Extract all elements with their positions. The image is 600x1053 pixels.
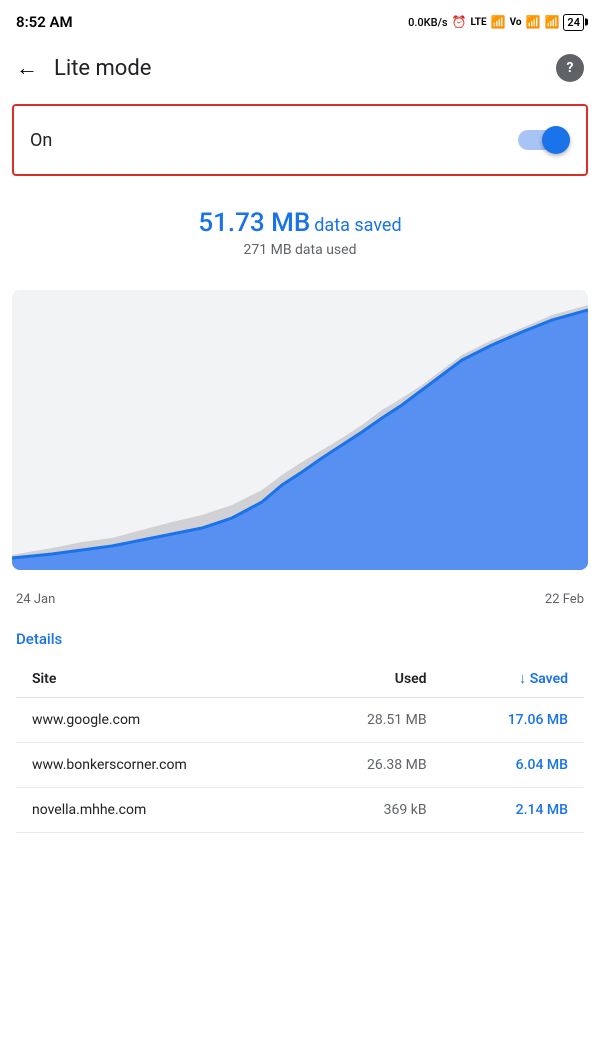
saved-value: 17.06 MB [443,698,584,743]
status-icons: 0.0KB/s ⏰ LTE 📶 Vo 📶 📶 24 [408,14,584,31]
used-value: 369 kB [302,788,442,833]
saved-value: 6.04 MB [443,743,584,788]
data-saved-label: data saved [314,215,401,236]
lite-mode-toggle[interactable] [518,126,570,154]
toggle-label: On [30,130,52,151]
status-bar: 8:52 AM 0.0KB/s ⏰ LTE 📶 Vo 📶 📶 24 [0,0,600,40]
data-table: Site Used ↓ Saved www.google.com 28.51 M… [16,660,584,833]
battery-icon: 24 [563,14,584,31]
data-used-text: 271 MB data used [16,242,584,258]
table-row: novella.mhhe.com 369 kB 2.14 MB [16,788,584,833]
lte-icon: LTE [470,17,486,28]
help-button[interactable]: ? [556,54,584,82]
site-name: novella.mhhe.com [16,788,302,833]
data-saved-amount: 51.73 MB [198,208,310,238]
data-chart [12,290,588,570]
status-time: 8:52 AM [16,13,73,31]
used-value: 28.51 MB [302,698,442,743]
details-link[interactable]: Details [16,630,62,648]
col-used: Used [302,660,442,698]
used-value: 26.38 MB [302,743,442,788]
details-section: Details Site Used ↓ Saved www.google.com… [0,613,600,833]
table-row: www.google.com 28.51 MB 17.06 MB [16,698,584,743]
alarm-icon: ⏰ [452,15,467,29]
signal-icon-2: 📶 [526,15,541,29]
page-title: Lite mode [54,56,556,81]
toggle-thumb [542,126,570,154]
site-name: www.google.com [16,698,302,743]
chart-svg [12,290,588,570]
data-stats: 51.73 MB data saved 271 MB data used [0,184,600,274]
saved-value: 2.14 MB [443,788,584,833]
wifi-icon: 📶 [544,15,559,29]
table-row: www.bonkerscorner.com 26.38 MB 6.04 MB [16,743,584,788]
chart-end-date: 22 Feb [545,592,584,607]
header: ← Lite mode ? [0,40,600,96]
lte-icon-2: Vo [510,17,522,28]
back-button[interactable]: ← [16,55,38,81]
toggle-row[interactable]: On [12,104,588,176]
site-name: www.bonkerscorner.com [16,743,302,788]
col-site: Site [16,660,302,698]
signal-icon-1: 📶 [491,15,506,29]
network-speed: 0.0KB/s [408,16,447,29]
chart-dates: 24 Jan 22 Feb [0,586,600,613]
col-saved: ↓ Saved [443,660,584,698]
data-saved-line: 51.73 MB data saved [16,208,584,238]
chart-start-date: 24 Jan [16,592,55,607]
